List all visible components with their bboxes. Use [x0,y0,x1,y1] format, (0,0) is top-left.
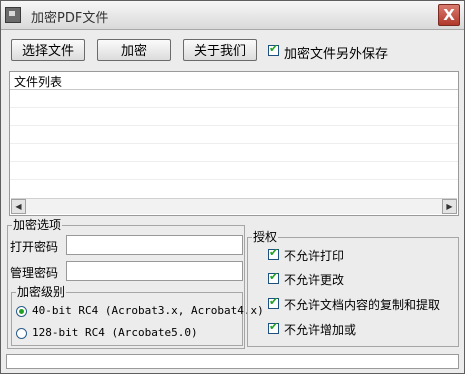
radio-40bit-label[interactable]: 40-bit RC4 (Acrobat3.x, Acrobat4.x) [32,304,264,317]
open-password-label: 打开密码 [10,240,59,254]
encrypt-level-group: 加密级别 40-bit RC4 (Acrobat3.x, Acrobat4.x)… [11,285,264,346]
no-copy-checkbox[interactable]: ✔ [268,295,279,309]
check-icon: ✔ [269,246,279,259]
horizontal-scrollbar[interactable]: ◀ ▶ [11,198,457,214]
file-list[interactable]: 文件列表 ◀ ▶ [9,71,459,216]
grid-line [10,161,458,162]
select-file-button[interactable]: 选择文件 [11,39,85,61]
file-list-header[interactable]: 文件列表 [10,72,458,90]
window-title: 加密PDF文件 [31,11,109,26]
no-add-checkbox[interactable]: ✔ [268,320,279,334]
check-icon: ✔ [269,270,279,283]
grid-line [10,179,458,180]
permissions-group: 授权 ✔ 不允许打印 ✔ 不允许更改 ✔ 不允许文档内容的复制和提取 ✔ 不允许… [247,230,459,347]
no-print-label: 不允许打印 [284,249,345,263]
no-copy-label: 不允许文档内容的复制和提取 [284,298,441,312]
app-icon [5,7,21,23]
encrypt-options-group: 加密选项 打开密码 管理密码 加密级别 40-bit RC4 (Acrobat3… [7,218,264,349]
check-icon: ✔ [269,320,279,333]
radio-selected-dot [19,309,24,314]
grid-line [10,143,458,144]
admin-password-field[interactable] [66,261,243,281]
about-us-button[interactable]: 关于我们 [183,39,257,61]
title-bar[interactable]: 加密PDF文件 X [1,1,464,30]
encrypt-button[interactable]: 加密 [97,39,171,61]
close-icon: X [443,6,455,24]
permissions-legend: 授权 [252,230,279,244]
grid-line [10,107,458,108]
open-password-field[interactable] [66,235,243,255]
encrypt-options-legend: 加密选项 [12,218,63,232]
radio-40bit[interactable] [16,306,27,317]
status-bar [6,354,459,369]
main-window: 加密PDF文件 X 选择文件 加密 关于我们 ✔ 加密文件另外保存 文件列表 ◀… [0,0,465,374]
no-print-checkbox[interactable]: ✔ [268,246,279,260]
no-modify-label: 不允许更改 [284,273,345,287]
save-separately-checkbox[interactable]: ✔ [268,42,279,56]
admin-password-label: 管理密码 [10,266,59,280]
scroll-left-icon[interactable]: ◀ [11,199,26,214]
save-separately-label: 加密文件另外保存 [284,47,389,62]
radio-128bit[interactable] [16,328,27,339]
close-button[interactable]: X [438,4,460,26]
check-icon: ✔ [269,295,279,308]
encrypt-level-legend: 加密级别 [16,285,67,299]
no-add-label: 不允许增加或 [284,323,357,337]
file-list-column-title: 文件列表 [14,75,63,89]
grid-line [10,125,458,126]
no-modify-checkbox[interactable]: ✔ [268,270,279,284]
scroll-right-icon[interactable]: ▶ [442,199,457,214]
check-icon: ✔ [269,42,279,55]
radio-128bit-label[interactable]: 128-bit RC4 (Arcobate5.0) [32,326,198,339]
